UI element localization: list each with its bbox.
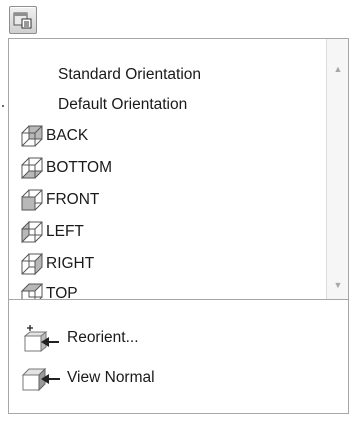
list-item-top[interactable]: TOP: [9, 278, 326, 299]
list-item-label: BACK: [46, 127, 89, 144]
top-view-cube-icon: [20, 283, 44, 299]
list-item-label: Standard Orientation: [58, 66, 202, 83]
bottom-view-cube-icon: [20, 157, 44, 179]
back-view-cube-icon: [21, 125, 43, 147]
list-item-label: FRONT: [46, 191, 100, 208]
orientation-list: Standard Orientation Default Orientation…: [9, 39, 326, 299]
menu-divider: [9, 299, 348, 300]
stray-pixel: [2, 105, 4, 107]
list-item-right[interactable]: RIGHT: [9, 248, 326, 280]
view-orientation-icon: [13, 12, 32, 29]
list-item-label: RIGHT: [46, 255, 95, 272]
view-normal-label: View Normal: [67, 369, 155, 386]
list-item-default-orientation[interactable]: Default Orientation: [9, 89, 326, 121]
view-orientation-popup: Standard Orientation Default Orientation…: [0, 0, 356, 425]
view-normal-button[interactable]: View Normal: [9, 358, 348, 398]
reorient-icon: [23, 325, 59, 352]
list-item-label: LEFT: [46, 223, 84, 240]
left-view-cube-icon: [21, 220, 43, 244]
list-item-back[interactable]: BACK: [9, 120, 326, 152]
view-orientation-button[interactable]: [9, 6, 37, 34]
reorient-label: Reorient...: [67, 329, 139, 346]
list-scrollbar[interactable]: ▲ ▼: [326, 39, 348, 299]
list-item-front[interactable]: FRONT: [9, 184, 326, 216]
right-view-cube-icon: [21, 252, 43, 276]
list-item-label: Default Orientation: [58, 96, 188, 113]
view-normal-icon: [21, 367, 60, 392]
scroll-up-arrow[interactable]: ▲: [332, 64, 344, 74]
list-item-label: TOP: [46, 285, 78, 299]
front-view-cube-icon: [21, 189, 43, 211]
list-item-left[interactable]: LEFT: [9, 216, 326, 248]
orientation-dropdown: Standard Orientation Default Orientation…: [8, 38, 349, 414]
scroll-down-arrow[interactable]: ▼: [332, 280, 344, 290]
list-item-standard-orientation[interactable]: Standard Orientation: [9, 59, 326, 91]
list-item-bottom[interactable]: BOTTOM: [9, 152, 326, 184]
list-item-label: BOTTOM: [46, 159, 113, 176]
reorient-button[interactable]: Reorient...: [9, 318, 348, 358]
